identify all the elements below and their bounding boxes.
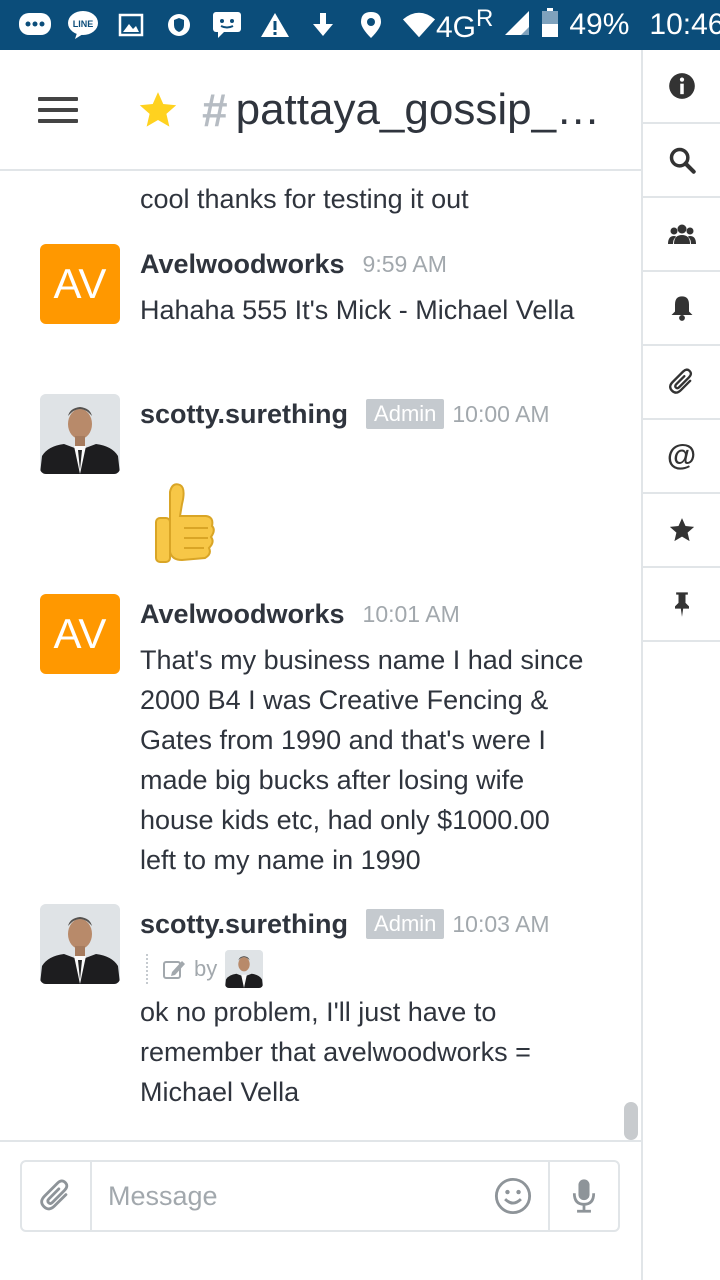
message-time: 9:59 AM	[362, 250, 447, 277]
role-badge: Admin	[366, 909, 445, 939]
message-input[interactable]	[92, 1162, 478, 1230]
tab-files[interactable]	[643, 346, 720, 420]
chat-bubble-icon	[18, 10, 52, 40]
notifications-icon	[671, 296, 692, 321]
mentions-icon: @	[666, 439, 697, 472]
message-list[interactable]: cool thanks for testing it out AV Avelwo…	[0, 172, 641, 1140]
tab-info[interactable]	[643, 50, 720, 124]
message-icon	[210, 10, 244, 40]
flex-tab-bar: @	[641, 50, 720, 1280]
composer-area	[0, 1140, 641, 1280]
message-composer	[20, 1160, 620, 1232]
hamburger-icon	[38, 90, 78, 130]
message-continuation: cool thanks for testing it out	[140, 184, 469, 214]
favorite-star-icon[interactable]	[136, 88, 180, 132]
edited-by-label: by	[194, 956, 218, 981]
tab-members[interactable]	[643, 198, 720, 272]
pinned-icon	[674, 592, 689, 617]
line-app-icon: LINE	[66, 10, 100, 40]
edited-indicator: by	[146, 950, 264, 988]
tab-pinned[interactable]	[643, 568, 720, 642]
message-time: 10:01 AM	[362, 600, 460, 627]
thumbs-up-emoji	[150, 482, 220, 577]
message-text: ok no problem, I'll just have to remembe…	[140, 997, 531, 1107]
download-icon	[306, 10, 340, 40]
username[interactable]: scotty.surething	[140, 399, 348, 430]
audio-message-button[interactable]	[548, 1162, 618, 1230]
menu-button[interactable]	[0, 49, 116, 170]
avatar[interactable]: AV	[40, 244, 120, 324]
tab-notifications[interactable]	[643, 272, 720, 346]
tab-starred[interactable]	[643, 494, 720, 568]
clock: 10:46	[649, 8, 720, 41]
battery-percent: 49%	[569, 8, 630, 41]
microphone-icon	[572, 1179, 596, 1213]
emoji-button[interactable]	[478, 1162, 548, 1230]
info-icon	[668, 73, 695, 99]
username[interactable]: Avelwoodworks	[140, 249, 345, 280]
members-icon	[667, 224, 696, 244]
avatar[interactable]	[40, 394, 120, 474]
files-icon	[668, 368, 692, 394]
editor-avatar[interactable]	[225, 950, 264, 988]
room-title[interactable]: pattaya_gossip_r...	[236, 85, 602, 135]
smiley-icon	[494, 1177, 532, 1215]
battery-icon	[541, 7, 559, 43]
username[interactable]: scotty.surething	[140, 909, 348, 940]
shield-icon	[162, 10, 196, 40]
avatar[interactable]: AV	[40, 594, 120, 674]
edit-icon	[163, 961, 185, 979]
scrollbar-thumb[interactable]	[624, 1102, 638, 1140]
channel-hash-icon: #	[202, 83, 228, 136]
network-type: 4GR	[436, 5, 494, 44]
message-text: Hahaha 555 It's Mick - Michael Vella	[140, 295, 575, 325]
tab-mentions[interactable]: @	[643, 420, 720, 494]
paperclip-icon	[40, 1179, 69, 1211]
role-badge: Admin	[366, 399, 445, 429]
message-time: 10:00 AM	[452, 400, 550, 427]
wifi-icon	[402, 10, 436, 40]
svg-text:LINE: LINE	[73, 19, 94, 29]
tab-search[interactable]	[643, 124, 720, 198]
location-icon	[354, 10, 388, 40]
message-text: That's my business name I had since 2000…	[140, 645, 584, 875]
starred-icon	[669, 518, 694, 542]
search-icon	[669, 147, 696, 174]
room-header: # pattaya_gossip_r...	[0, 50, 641, 171]
status-bar: LINE 4GR 49% 10:46	[0, 0, 720, 50]
attach-button[interactable]	[22, 1162, 92, 1230]
signal-icon	[503, 9, 531, 42]
message-time: 10:03 AM	[452, 910, 550, 937]
username[interactable]: Avelwoodworks	[140, 599, 345, 630]
warning-icon	[258, 10, 292, 40]
image-icon	[114, 10, 148, 40]
avatar[interactable]	[40, 904, 120, 984]
